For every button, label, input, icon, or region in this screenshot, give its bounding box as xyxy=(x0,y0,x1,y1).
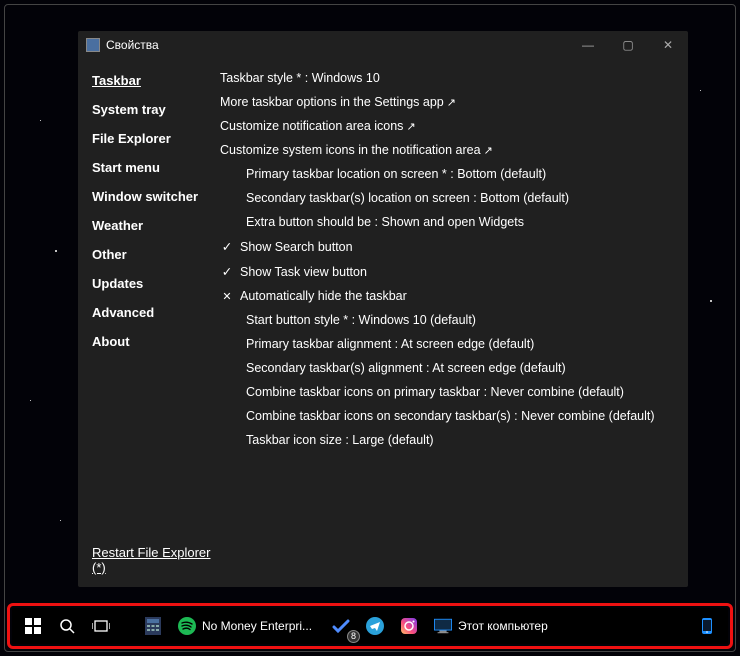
phone-icon xyxy=(698,617,716,635)
instagram-icon xyxy=(400,617,418,635)
instagram-app[interactable] xyxy=(394,611,424,641)
opt-primary-alignment[interactable]: Primary taskbar alignment : At screen ed… xyxy=(220,337,672,351)
properties-window: Свойства — ▢ ✕ Taskbar System tray File … xyxy=(78,31,688,587)
spotify-label: No Money Enterpri... xyxy=(202,619,312,633)
check-icon xyxy=(220,264,234,279)
taskbar: No Money Enterpri... 8 Этот компьютер xyxy=(12,608,728,644)
titlebar[interactable]: Свойства — ▢ ✕ xyxy=(78,31,688,59)
opt-autohide[interactable]: Automatically hide the taskbar xyxy=(220,289,672,303)
opt-show-search[interactable]: Show Search button xyxy=(220,239,672,254)
opt-icon-size[interactable]: Taskbar icon size : Large (default) xyxy=(220,433,672,447)
todo-app[interactable]: 8 xyxy=(326,611,356,641)
calculator-app[interactable] xyxy=(138,611,168,641)
opt-combine-primary[interactable]: Combine taskbar icons on primary taskbar… xyxy=(220,385,672,399)
monitor-icon xyxy=(434,617,452,635)
sidebar-item-startmenu[interactable]: Start menu xyxy=(92,160,220,175)
opt-start-button-style[interactable]: Start button style * : Windows 10 (defau… xyxy=(220,313,672,327)
spotify-icon xyxy=(178,617,196,635)
opt-more-options-link[interactable]: More taskbar options in the Settings app xyxy=(220,95,672,109)
content-panel: Taskbar style * : Windows 10 More taskba… xyxy=(220,69,672,575)
start-button[interactable] xyxy=(18,611,48,641)
sidebar: Taskbar System tray File Explorer Start … xyxy=(92,69,220,575)
sidebar-item-updates[interactable]: Updates xyxy=(92,276,220,291)
opt-taskbar-style[interactable]: Taskbar style * : Windows 10 xyxy=(220,71,672,85)
close-button[interactable]: ✕ xyxy=(648,31,688,59)
opt-extra-button[interactable]: Extra button should be : Shown and open … xyxy=(220,215,672,229)
sidebar-item-taskbar[interactable]: Taskbar xyxy=(92,73,220,88)
windows-icon xyxy=(24,617,42,635)
telegram-app[interactable] xyxy=(360,611,390,641)
sidebar-item-fileexplorer[interactable]: File Explorer xyxy=(92,131,220,146)
badge-count: 8 xyxy=(347,630,360,643)
opt-secondary-location[interactable]: Secondary taskbar(s) location on screen … xyxy=(220,191,672,205)
telegram-icon xyxy=(366,617,384,635)
restart-explorer-link[interactable]: Restart File Explorer (*) xyxy=(92,545,220,575)
explorer-label: Этот компьютер xyxy=(458,619,548,633)
search-icon xyxy=(58,617,76,635)
opt-customize-notification-icons[interactable]: Customize notification area icons xyxy=(220,119,672,133)
explorer-app[interactable]: Этот компьютер xyxy=(428,611,558,641)
maximize-button[interactable]: ▢ xyxy=(608,31,648,59)
calculator-icon xyxy=(144,617,162,635)
opt-primary-location[interactable]: Primary taskbar location on screen * : B… xyxy=(220,167,672,181)
search-button[interactable] xyxy=(52,611,82,641)
sidebar-item-about[interactable]: About xyxy=(92,334,220,349)
check-icon xyxy=(220,239,234,254)
spotify-app[interactable]: No Money Enterpri... xyxy=(172,611,322,641)
opt-customize-system-icons[interactable]: Customize system icons in the notificati… xyxy=(220,143,672,157)
sidebar-item-other[interactable]: Other xyxy=(92,247,220,262)
cross-icon xyxy=(220,289,234,303)
minimize-button[interactable]: — xyxy=(568,31,608,59)
app-icon xyxy=(86,38,100,52)
sidebar-item-advanced[interactable]: Advanced xyxy=(92,305,220,320)
opt-secondary-alignment[interactable]: Secondary taskbar(s) alignment : At scre… xyxy=(220,361,672,375)
window-title: Свойства xyxy=(106,38,568,52)
sidebar-item-windowswitcher[interactable]: Window switcher xyxy=(92,189,220,204)
opt-show-taskview[interactable]: Show Task view button xyxy=(220,264,672,279)
sidebar-item-systemtray[interactable]: System tray xyxy=(92,102,220,117)
tray-phone[interactable] xyxy=(692,611,722,641)
opt-combine-secondary[interactable]: Combine taskbar icons on secondary taskb… xyxy=(220,409,672,423)
taskview-icon xyxy=(92,617,110,635)
taskview-button[interactable] xyxy=(86,611,116,641)
sidebar-item-weather[interactable]: Weather xyxy=(92,218,220,233)
